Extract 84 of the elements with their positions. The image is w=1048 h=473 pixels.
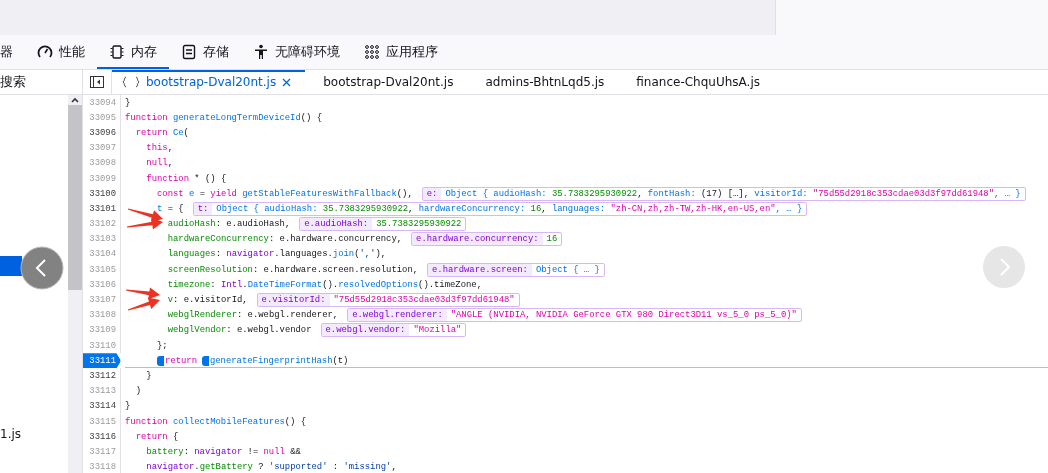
value-preview-popup: e.hardware.screen: Object { … } — [427, 262, 605, 277]
code-line: battery: navigator != null && — [146, 446, 301, 457]
line-number[interactable]: 33110 — [83, 338, 121, 354]
code-line: function collectMobileFeatures() { — [125, 416, 307, 427]
line-number[interactable]: 33107 — [83, 292, 121, 308]
code-line: const e = yield getStableFeaturesWithFallback(), — [157, 188, 413, 199]
code-line: return generateFingerprintHash(t) — [157, 355, 349, 366]
scrollbar[interactable] — [68, 95, 82, 473]
code-line: function * () { — [146, 173, 227, 184]
devtools-tab[interactable]: 无障碍环境 — [241, 35, 352, 69]
value-preview-popup: e.audioHash: 35.7383295930922 — [299, 217, 467, 232]
line-number[interactable]: 33109 — [83, 322, 121, 338]
file-tab[interactable]: finance-ChquUhsA.js — [626, 70, 774, 94]
line-number[interactable]: 33117 — [83, 444, 121, 460]
line-number[interactable]: 33098 — [83, 155, 121, 171]
line-number[interactable]: 33105 — [83, 262, 121, 278]
line-number[interactable]: 33114 — [83, 398, 121, 414]
devtools-tab[interactable]: 存储 — [169, 35, 241, 69]
selected-tree-item[interactable] — [0, 256, 22, 276]
code-line: languages: navigator.languages.join(','), — [167, 249, 387, 260]
storage-document-icon — [181, 44, 197, 60]
arrow-annotation — [125, 287, 160, 300]
line-number[interactable]: 33097 — [83, 140, 121, 156]
code-line: null, — [146, 158, 173, 169]
code-line: return Ce( — [135, 127, 189, 138]
value-preview-popup: e.visitorId: "75d55d2918c353cdae03d3f97dd61948" — [256, 293, 520, 308]
code-line: navigator.getBattery ? 'supported' : 'missing', — [146, 462, 397, 473]
line-number[interactable]: 33096 — [83, 125, 121, 141]
value-preview-popup: t: Object { audioHash: 35.7383295930922, hardwareConcurrency: 16, languages: "zh-CN,zh,zh-TW,zh-HK,en-US,en", … } — [192, 201, 808, 216]
code-line: webglVendor: e.webgl.vendor — [167, 325, 312, 336]
file-tab[interactable]: bootstrap-Dval20nt.js — [313, 70, 468, 94]
code-line: hardwareConcurrency: e.hardware.concurrency, — [167, 234, 403, 245]
code-line: } — [146, 370, 152, 381]
devtools-tab[interactable]: 性能 — [25, 35, 97, 69]
line-number[interactable]: 33099 — [83, 170, 121, 187]
accessibility-person-icon — [253, 44, 269, 60]
devtools-tab[interactable]: 应用程序 — [352, 35, 450, 69]
code-line: return { — [135, 431, 179, 442]
value-preview-popup: e: Object { audioHash: 35.7383295930922, fontHash: (17) […], visitorId: "75d55d2918c353cdae03d3f97dd61948", … } — [421, 186, 1026, 201]
line-number[interactable]: 33108 — [83, 307, 121, 323]
arrow-annotation — [126, 217, 163, 230]
line-number[interactable]: 33102 — [83, 216, 121, 232]
code-line: webglRenderer: e.webgl.renderer, — [167, 310, 339, 321]
close-icon[interactable] — [282, 77, 292, 87]
line-number[interactable]: 33094 — [83, 95, 121, 111]
line-number[interactable]: 33103 — [83, 231, 121, 247]
line-number[interactable]: 33101 — [83, 201, 121, 217]
code-line: } — [125, 97, 131, 108]
line-number[interactable]: 33116 — [83, 429, 121, 445]
code-line: v: e.visitorId, — [167, 295, 248, 306]
devtools-tab[interactable]: 内存 — [97, 35, 169, 69]
line-number[interactable]: 33112 — [83, 368, 121, 384]
tree-item[interactable]: 1.js — [0, 424, 68, 444]
paused-line-number[interactable]: 33111 — [83, 353, 121, 369]
code-line: timezone: Intl.DateTimeFormat().resolvedOptions().timeZone, — [167, 279, 482, 290]
file-tab[interactable]: bootstrap-Dval20nt.js — [112, 70, 306, 94]
line-number[interactable]: 33100 — [83, 186, 121, 202]
arrow-annotation — [127, 297, 160, 311]
value-preview-popup: e.webgl.renderer: "ANGLE (NVIDIA, NVIDIA GeForce GTX 980 Direct3D11 vs_5_0 ps_5_0)" — [347, 308, 802, 323]
search-panel-title: 搜索 — [0, 73, 26, 91]
sidebar-toggle-icon[interactable] — [90, 76, 104, 88]
code-line: }; — [157, 340, 168, 351]
code-line: function generateLongTermDeviceId() { — [125, 112, 323, 123]
line-number[interactable]: 33104 — [83, 246, 121, 263]
devtools-tab[interactable]: 器 — [0, 35, 25, 69]
application-grid-icon — [364, 44, 380, 60]
line-number[interactable]: 33106 — [83, 277, 121, 293]
line-number[interactable]: 33095 — [83, 110, 121, 126]
file-tab[interactable]: admins-BhtnLqd5.js — [475, 70, 619, 94]
code-line: t = { — [157, 203, 184, 214]
scroll-up-icon[interactable] — [70, 95, 80, 105]
line-number[interactable]: 33118 — [83, 459, 121, 473]
value-preview-popup: e.webgl.vendor: "Mozilla" — [320, 323, 467, 338]
memory-chip-icon — [109, 44, 125, 60]
code-line: } — [125, 401, 131, 412]
previous-chevron-button[interactable] — [20, 246, 64, 290]
value-preview-popup: e.hardware.concurrency: 16 — [411, 232, 563, 247]
code-line: this, — [146, 143, 173, 154]
performance-gauge-icon — [37, 44, 53, 60]
code-line: audioHash: e.audioHash, — [167, 219, 291, 230]
line-number[interactable]: 33113 — [83, 383, 121, 399]
line-number[interactable]: 33115 — [83, 413, 121, 430]
code-line: screenResolution: e.hardware.screen.resolution, — [167, 264, 419, 275]
code-line: ) — [135, 386, 141, 397]
